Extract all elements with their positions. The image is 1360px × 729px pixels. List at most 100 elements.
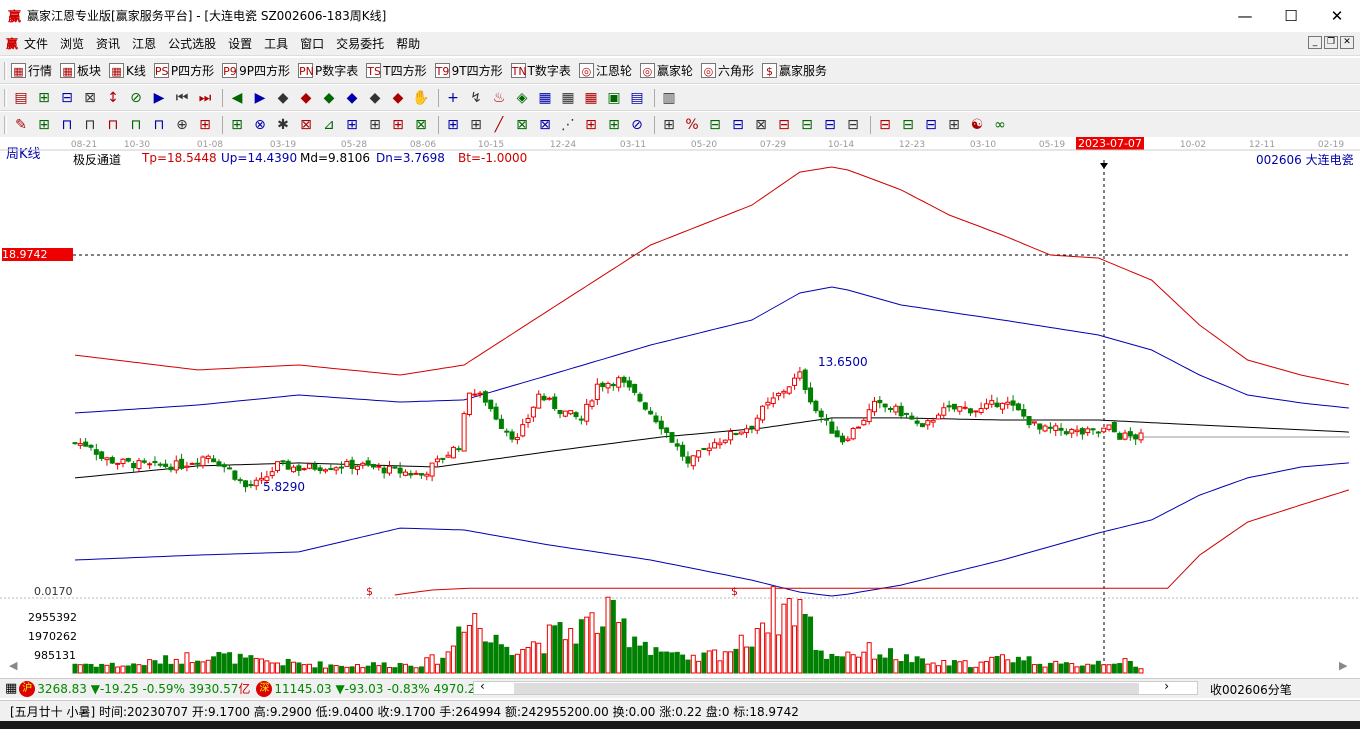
menu-item[interactable]: 江恩: [132, 35, 156, 52]
tool-icon[interactable]: +: [443, 88, 463, 108]
toolbar-grip[interactable]: [4, 115, 7, 134]
tool-icon[interactable]: ⊞: [195, 115, 215, 135]
tool-icon[interactable]: ⊓: [80, 115, 100, 135]
tool-icon[interactable]: ⊟: [57, 88, 77, 108]
tool-icon[interactable]: ⊠: [512, 115, 532, 135]
tool-icon[interactable]: ⊞: [34, 88, 54, 108]
scrollbar-thumb[interactable]: [514, 683, 1139, 694]
tool-icon[interactable]: ✱: [273, 115, 293, 135]
tool-icon[interactable]: ⊠: [535, 115, 555, 135]
tool-icon[interactable]: ◆: [296, 88, 316, 108]
tool-icon[interactable]: ⊟: [820, 115, 840, 135]
tool-icon[interactable]: ⊟: [875, 115, 895, 135]
mdi-minimize-button[interactable]: _: [1308, 36, 1322, 49]
tool-icon[interactable]: ⊓: [103, 115, 123, 135]
tool-icon[interactable]: ▥: [659, 88, 679, 108]
tool-icon[interactable]: ⊿: [319, 115, 339, 135]
tool-icon[interactable]: ⊠: [411, 115, 431, 135]
tool-icon[interactable]: ⊞: [466, 115, 486, 135]
tool-icon[interactable]: ◆: [388, 88, 408, 108]
tool-icon[interactable]: ⊘: [627, 115, 647, 135]
menu-item[interactable]: 工具: [264, 35, 288, 52]
tool-icon[interactable]: ⊞: [944, 115, 964, 135]
tool-icon[interactable]: ⊟: [921, 115, 941, 135]
tool-icon[interactable]: ▤: [627, 88, 647, 108]
toolbar-button[interactable]: P9 9P四方形: [222, 62, 290, 79]
maximize-button[interactable]: ☐: [1268, 0, 1314, 31]
tool-icon[interactable]: ▦: [581, 88, 601, 108]
tool-icon[interactable]: ◆: [319, 88, 339, 108]
tool-icon[interactable]: ⊞: [365, 115, 385, 135]
tool-icon[interactable]: ⏭: [195, 88, 215, 108]
toolbar-button[interactable]: ◎ 江恩轮: [578, 62, 632, 79]
tool-icon[interactable]: ⊞: [34, 115, 54, 135]
tool-icon[interactable]: ◆: [273, 88, 293, 108]
tool-icon[interactable]: ◀: [227, 88, 247, 108]
tool-icon[interactable]: ▦: [558, 88, 578, 108]
tool-icon[interactable]: ♨: [489, 88, 509, 108]
tool-icon[interactable]: ⊞: [443, 115, 463, 135]
toolbar-button[interactable]: TN T数字表: [510, 62, 571, 79]
menu-item[interactable]: 设置: [228, 35, 252, 52]
toolbar-button[interactable]: ◎ 六角形: [700, 62, 754, 79]
tool-icon[interactable]: ⊟: [774, 115, 794, 135]
toolbar-button[interactable]: TS T四方形: [366, 62, 427, 79]
tool-icon[interactable]: ⊗: [250, 115, 270, 135]
horizontal-scrollbar[interactable]: ‹ ›: [473, 679, 1198, 695]
mdi-restore-button[interactable]: ❐: [1324, 36, 1338, 49]
toolbar-button[interactable]: ▦ 行情: [11, 62, 52, 79]
menu-item[interactable]: 资讯: [96, 35, 120, 52]
tool-icon[interactable]: ▶: [250, 88, 270, 108]
tool-icon[interactable]: ⊞: [581, 115, 601, 135]
tool-icon[interactable]: ⊟: [843, 115, 863, 135]
tool-icon[interactable]: ⊞: [604, 115, 624, 135]
menu-item[interactable]: 浏览: [60, 35, 84, 52]
tool-icon[interactable]: ✎: [11, 115, 31, 135]
chart-area[interactable]: [0, 137, 1360, 676]
tool-icon[interactable]: ▦: [535, 88, 555, 108]
tool-icon[interactable]: ⊓: [57, 115, 77, 135]
scroll-right-arrow-icon[interactable]: ▶: [1339, 659, 1347, 672]
scroll-left-button[interactable]: ‹: [480, 679, 485, 693]
tool-icon[interactable]: ∞: [990, 115, 1010, 135]
toolbar-button[interactable]: T9 9T四方形: [434, 62, 503, 79]
tool-icon[interactable]: ⊞: [659, 115, 679, 135]
scroll-right-button[interactable]: ›: [1164, 679, 1169, 693]
tool-icon[interactable]: ↕: [103, 88, 123, 108]
tool-icon[interactable]: ⏮: [172, 88, 192, 108]
tool-icon[interactable]: %: [682, 115, 702, 135]
minimize-button[interactable]: —: [1222, 0, 1268, 31]
tool-icon[interactable]: ▤: [11, 88, 31, 108]
tool-icon[interactable]: ⊓: [149, 115, 169, 135]
toolbar-button[interactable]: $ 赢家服务: [761, 62, 827, 79]
tool-icon[interactable]: ◆: [365, 88, 385, 108]
close-button[interactable]: ✕: [1314, 0, 1360, 31]
scroll-left-arrow-icon[interactable]: ◀: [9, 659, 17, 672]
tool-icon[interactable]: ⊠: [296, 115, 316, 135]
tool-icon[interactable]: ◈: [512, 88, 532, 108]
toolbar-button[interactable]: ◎ 赢家轮: [639, 62, 693, 79]
tool-icon[interactable]: ⊟: [898, 115, 918, 135]
toolbar-button[interactable]: ▦ K线: [109, 62, 146, 79]
tool-icon[interactable]: ▣: [604, 88, 624, 108]
tool-icon[interactable]: ⊟: [728, 115, 748, 135]
tool-icon[interactable]: ☯: [967, 115, 987, 135]
menu-item[interactable]: 帮助: [396, 35, 420, 52]
tool-icon[interactable]: ⊕: [172, 115, 192, 135]
mdi-close-button[interactable]: ✕: [1340, 36, 1354, 49]
tool-icon[interactable]: ⊓: [126, 115, 146, 135]
tool-icon[interactable]: ↯: [466, 88, 486, 108]
tool-icon[interactable]: ⊞: [342, 115, 362, 135]
toolbar-grip[interactable]: [4, 88, 7, 107]
quote-table-icon[interactable]: ▦: [5, 681, 17, 696]
tool-icon[interactable]: ╱: [489, 115, 509, 135]
menu-item[interactable]: 公式选股: [168, 35, 216, 52]
tool-icon[interactable]: ⊟: [705, 115, 725, 135]
toolbar-button[interactable]: PS P四方形: [153, 62, 214, 79]
toolbar-button[interactable]: ▦ 板块: [60, 62, 101, 79]
tool-icon[interactable]: ⊘: [126, 88, 146, 108]
recv-ticks-label[interactable]: 收002606分笔: [1210, 681, 1292, 698]
toolbar-grip[interactable]: [4, 61, 7, 80]
tool-icon[interactable]: ⊠: [80, 88, 100, 108]
tool-icon[interactable]: ⋰: [558, 115, 578, 135]
